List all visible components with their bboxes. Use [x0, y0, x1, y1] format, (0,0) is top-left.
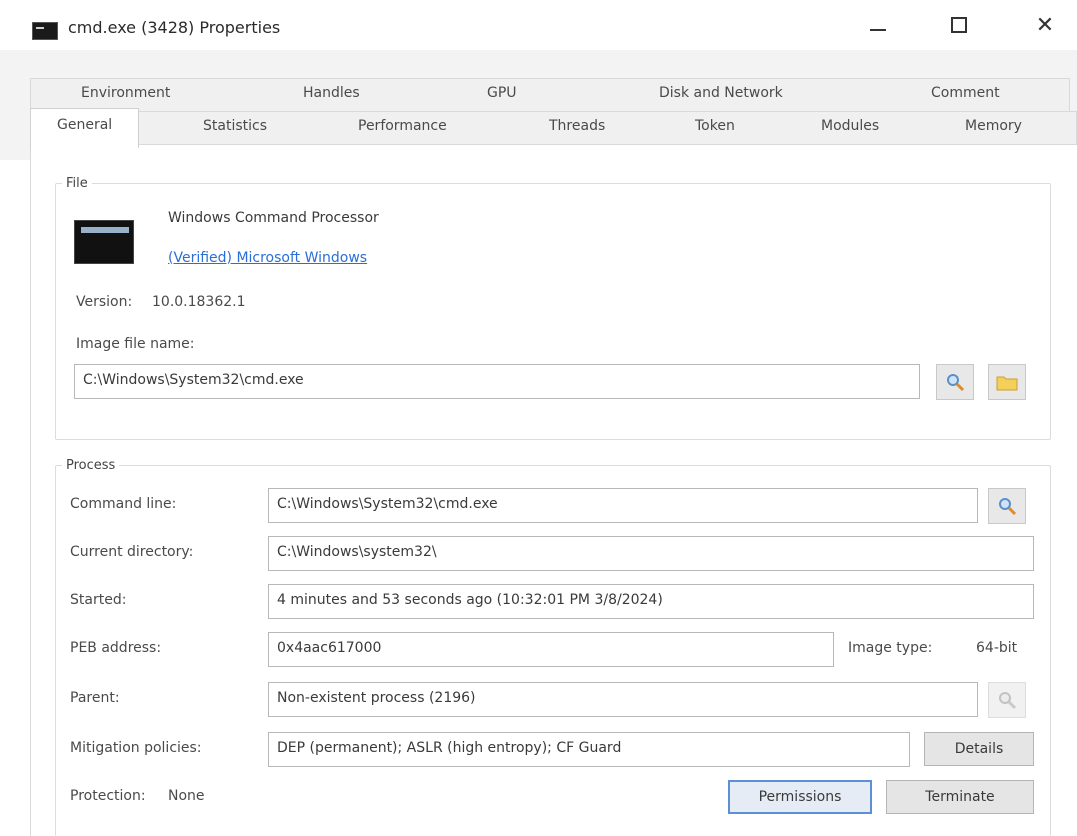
tab-statistics[interactable]: Statistics — [203, 118, 267, 134]
tab-row-1: Environment Handles GPU Disk and Network… — [30, 78, 1070, 111]
peb-address-field[interactable]: 0x4aac617000 — [268, 632, 834, 667]
folder-icon — [996, 376, 1018, 391]
tab-token[interactable]: Token — [695, 118, 735, 134]
close-icon: ✕ — [1035, 12, 1055, 38]
magnifier-icon — [999, 498, 1017, 516]
process-group-label: Process — [62, 458, 120, 473]
command-line-field[interactable]: C:\Windows\System32\cmd.exe — [268, 488, 978, 523]
started-field[interactable]: 4 minutes and 53 seconds ago (10:32:01 P… — [268, 584, 1034, 619]
image-file-name-field[interactable]: C:\Windows\System32\cmd.exe — [74, 364, 920, 399]
tab-handles[interactable]: Handles — [303, 85, 360, 101]
maximize-button[interactable] — [936, 8, 982, 42]
cmd-icon — [32, 22, 58, 40]
tab-performance[interactable]: Performance — [358, 118, 447, 134]
current-directory-field[interactable]: C:\Windows\system32\ — [268, 536, 1034, 571]
maximize-icon — [951, 17, 967, 33]
tab-disk-and-network[interactable]: Disk and Network — [659, 85, 783, 101]
tab-row-2: General Statistics Performance Threads T… — [30, 108, 1077, 148]
image-type-value: 64-bit — [976, 640, 1018, 656]
file-group-label: File — [62, 176, 92, 191]
window-title: cmd.exe (3428) Properties — [68, 18, 281, 37]
image-file-name-label: Image file name: — [76, 336, 195, 352]
inspect-command-line-button[interactable] — [988, 488, 1026, 524]
version-value: 10.0.18362.1 — [152, 294, 246, 310]
file-description: Windows Command Processor — [168, 210, 379, 226]
started-label: Started: — [70, 592, 127, 608]
command-line-label: Command line: — [70, 496, 177, 512]
general-pane: File Windows Command Processor (Verified… — [30, 145, 1077, 836]
title-bar: cmd.exe (3428) Properties ✕ — [0, 0, 1077, 50]
tab-gpu[interactable]: GPU — [487, 85, 517, 101]
parent-field[interactable]: Non-existent process (2196) — [268, 682, 978, 717]
protection-value: None — [168, 788, 205, 804]
current-directory-label: Current directory: — [70, 544, 194, 560]
tab-environment[interactable]: Environment — [81, 85, 170, 101]
tab-memory[interactable]: Memory — [965, 118, 1022, 134]
parent-label: Parent: — [70, 690, 120, 706]
minimize-icon — [870, 29, 886, 31]
tab-general[interactable]: General — [30, 108, 140, 148]
mitigation-policies-label: Mitigation policies: — [70, 740, 202, 756]
magnifier-icon — [999, 692, 1017, 710]
peb-address-label: PEB address: — [70, 640, 162, 656]
version-label: Version: — [76, 294, 133, 310]
verified-signer-link[interactable]: (Verified) Microsoft Windows — [168, 250, 367, 266]
cmd-large-icon — [74, 220, 134, 264]
mitigation-policies-field[interactable]: DEP (permanent); ASLR (high entropy); CF… — [268, 732, 910, 767]
tab-comment[interactable]: Comment — [931, 85, 1000, 101]
tab-modules[interactable]: Modules — [821, 118, 879, 134]
tab-threads[interactable]: Threads — [549, 118, 605, 134]
minimize-button[interactable] — [855, 8, 901, 42]
magnifier-icon — [947, 374, 965, 392]
terminate-button[interactable]: Terminate — [886, 780, 1034, 814]
protection-label: Protection: — [70, 788, 146, 804]
inspect-parent-button[interactable] — [988, 682, 1026, 718]
close-button[interactable]: ✕ — [1022, 8, 1068, 42]
open-folder-button[interactable] — [988, 364, 1026, 400]
details-button[interactable]: Details — [924, 732, 1034, 766]
inspect-file-button[interactable] — [936, 364, 974, 400]
image-type-label: Image type: — [848, 640, 933, 656]
process-group: Process Command line: C:\Windows\System3… — [55, 458, 1051, 836]
file-group: File Windows Command Processor (Verified… — [55, 176, 1051, 440]
tab-area: Environment Handles GPU Disk and Network… — [0, 50, 1077, 160]
permissions-button[interactable]: Permissions — [728, 780, 872, 814]
